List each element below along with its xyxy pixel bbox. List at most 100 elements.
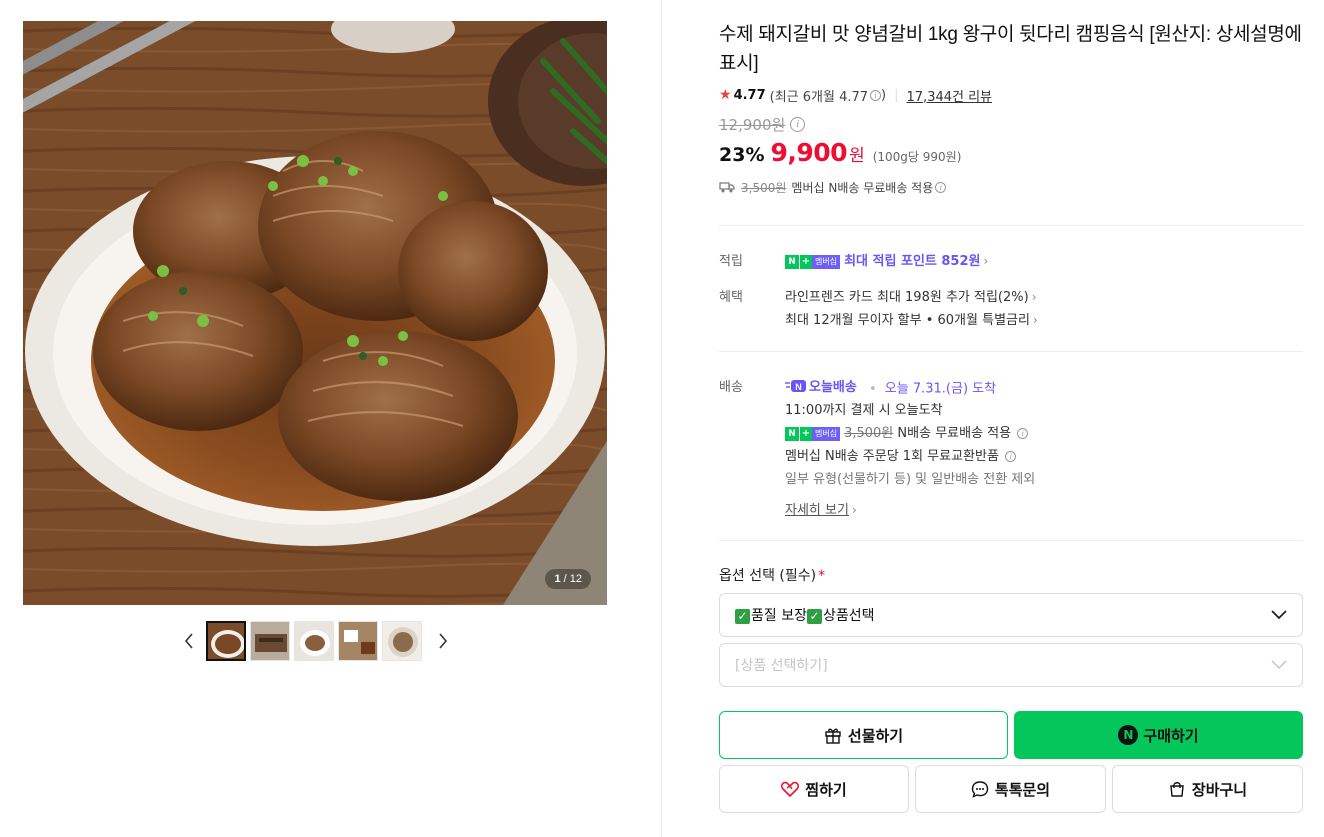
benefit-line-1: 라인프렌즈 카드 최대 198원 추가 적립(2%) — [785, 290, 1029, 305]
delivery-cutoff: 11:00까지 결제 시 오늘도착 — [785, 403, 943, 418]
delivery-section: 배송 N 오늘배송 • 오늘 7.31.(금) 도착 11:00까지 결제 시 … — [719, 375, 1303, 525]
truck-icon — [719, 182, 735, 193]
info-icon[interactable]: i — [935, 181, 947, 193]
image-counter-sep: / — [560, 573, 570, 585]
product-gallery: 1 / 12 — [0, 0, 662, 837]
prev-thumbnail-button[interactable] — [178, 621, 200, 661]
gift-button-label: 선물하기 — [847, 726, 904, 745]
chevron-down-icon — [1271, 610, 1287, 620]
check-icon: ✓ — [735, 608, 750, 624]
divider — [719, 225, 1303, 226]
shopping-bag-icon — [1170, 782, 1184, 797]
thumbnail-3[interactable] — [294, 621, 334, 661]
option-label-text: 옵션 선택 (필수) — [719, 568, 817, 584]
rating-recent: (최근 6개월 4.77 — [769, 89, 869, 105]
naver-plus-membership-badge: N + 멤버십 — [785, 254, 841, 269]
buy-button-label: 구매하기 — [1143, 726, 1199, 745]
star-icon: ★ — [719, 87, 732, 103]
delivery-label: 배송 — [719, 380, 743, 395]
gift-icon — [825, 728, 841, 744]
info-icon[interactable]: i — [1017, 428, 1029, 439]
arrival-date: 오늘 7.31.(금) 도착 — [884, 381, 997, 397]
divider: | — [894, 87, 899, 103]
delivery-more-link[interactable]: 자세히 보기 › — [785, 499, 857, 518]
benefits-section: 적립 N + 멤버십 최대 적립 포인트 852원 › 혜택 라인프렌즈 카드 최대 1… — [719, 248, 1303, 338]
benefit-label: 혜택 — [719, 290, 743, 305]
discount-rate: 23% — [719, 144, 765, 166]
delivery-free-text: N배송 무료배송 적용 — [897, 426, 1012, 441]
benefit-line-2: 최대 12개월 무이자 할부 • 60개월 특별금리 — [785, 313, 1030, 328]
unit-price: (100g당 990원) — [872, 150, 962, 164]
buy-button[interactable]: N 구매하기 — [1014, 711, 1303, 759]
shipping-text: 멤버십 N배송 무료배송 적용 — [791, 180, 934, 195]
image-counter-total: 12 — [569, 573, 582, 585]
main-product-image[interactable]: 1 / 12 — [23, 21, 607, 605]
cart-button[interactable]: 장바구니 — [1112, 765, 1303, 813]
benefit-installment[interactable]: 최대 12개월 무이자 할부 • 60개월 특별금리 › — [785, 309, 1038, 328]
shipping-summary: 3,500원 멤버십 N배송 무료배송 적용 i — [719, 178, 1303, 196]
option-select-quality[interactable]: ✓ 품질 보장 ✓ 상품선택 — [719, 593, 1303, 637]
image-counter: 1 / 12 — [545, 569, 591, 589]
next-thumbnail-button[interactable] — [432, 621, 454, 661]
product-summary: 수제 돼지갈비 맛 양념갈비 1kg 왕구이 뒷다리 캠핑음식 [원산지: 상세… — [719, 20, 1303, 196]
today-delivery-row: N 오늘배송 • 오늘 7.31.(금) 도착 — [785, 376, 996, 397]
chevron-right-icon: › — [1031, 290, 1037, 304]
option-select-part-2: 상품선택 — [822, 608, 875, 624]
n-delivery-icon: N — [785, 379, 806, 392]
price-row: 23% 9,900 원 (100g당 990원) — [719, 138, 1303, 168]
svg-text:N: N — [795, 382, 802, 392]
required-mark: * — [818, 568, 826, 584]
chevron-right-icon: › — [851, 503, 857, 517]
check-icon: ✓ — [806, 608, 822, 624]
thumbnail-2[interactable] — [250, 621, 290, 661]
review-count-link[interactable]: 17,344건 리뷰 — [907, 86, 993, 105]
points-row[interactable]: N + 멤버십 최대 적립 포인트 852원 › — [785, 250, 988, 269]
info-icon[interactable]: i — [870, 89, 882, 101]
original-price: 12,900원 — [719, 115, 786, 134]
divider — [719, 540, 1303, 541]
braised-pork-rib-photo — [23, 21, 607, 605]
chevron-right-icon: › — [983, 254, 989, 268]
option-select-product[interactable]: [상품 선택하기] — [719, 643, 1303, 687]
original-price-row: 12,900원 i — [719, 114, 1303, 134]
delivery-original-fee: 3,500원 — [844, 426, 894, 441]
shipping-original-fee: 3,500원 — [741, 180, 787, 195]
gift-button[interactable]: 선물하기 — [719, 711, 1008, 759]
option-label: 옵션 선택 (필수) * — [719, 565, 825, 585]
option-select-value: ✓ 품질 보장 ✓ 상품선택 — [735, 605, 875, 625]
talktalk-button[interactable]: 톡톡문의 — [915, 765, 1106, 813]
delivery-more-text: 자세히 보기 — [785, 503, 849, 518]
chevron-down-icon — [1271, 660, 1287, 670]
thumbnail-strip — [178, 621, 454, 661]
delivery-exchange-row: 멤버십 N배송 주문당 1회 무료교환반품 i — [785, 445, 1017, 464]
info-icon[interactable]: i — [1005, 451, 1017, 462]
option-select-part-1: 품질 보장 — [751, 608, 807, 624]
delivery-free-row: N + 멤버십 3,500원 N배송 무료배송 적용 i — [785, 422, 1029, 441]
thumbnail-1[interactable] — [206, 621, 246, 661]
rating-score: 4.77 — [733, 87, 766, 103]
cart-button-label: 장바구니 — [1191, 780, 1248, 799]
delivery-exception: 일부 유형(선물하기 등) 및 일반배송 전환 제외 — [785, 472, 1036, 487]
points-text: 최대 적립 포인트 852원 — [844, 254, 981, 269]
heart-icon — [781, 781, 800, 797]
info-icon[interactable]: i — [790, 116, 806, 132]
benefit-card[interactable]: 라인프렌즈 카드 최대 198원 추가 적립(2%) › — [785, 286, 1037, 305]
dot-separator: • — [868, 381, 877, 397]
naver-plus-membership-badge: N + 멤버십 — [785, 426, 841, 441]
divider — [719, 351, 1303, 352]
rating-row: ★ 4.77 (최근 6개월 4.77 i ) | 17,344건 리뷰 — [719, 86, 1303, 105]
price-currency: 원 — [849, 146, 865, 166]
wish-button[interactable]: 찜하기 — [719, 765, 909, 813]
today-delivery-badge: N 오늘배송 — [785, 376, 857, 395]
rating-recent-close: ) — [881, 87, 887, 103]
chevron-left-icon — [184, 633, 193, 649]
thumbnail-4[interactable] — [338, 621, 378, 661]
points-label: 적립 — [719, 254, 743, 269]
wish-button-label: 찜하기 — [805, 780, 847, 799]
thumbnail-5[interactable] — [382, 621, 422, 661]
chevron-right-icon — [439, 633, 448, 649]
naver-pay-icon: N — [1118, 725, 1139, 745]
chat-bubble-icon — [971, 781, 989, 798]
product-title: 수제 돼지갈비 맛 양념갈비 1kg 왕구이 뒷다리 캠핑음식 [원산지: 상세… — [719, 24, 1302, 74]
talktalk-button-label: 톡톡문의 — [994, 780, 1051, 799]
